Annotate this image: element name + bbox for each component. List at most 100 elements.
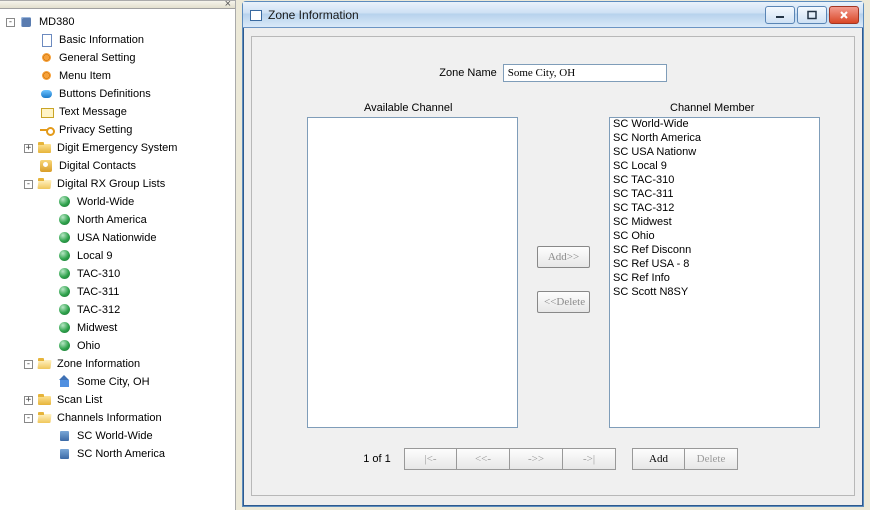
tree-item-1[interactable]: General Setting [4, 49, 235, 67]
tree-item-label: Digital RX Group Lists [57, 178, 165, 190]
titlebar[interactable]: Zone Information [243, 2, 863, 28]
list-item[interactable]: SC TAC-311 [610, 188, 819, 202]
tree-item-label: Basic Information [59, 34, 144, 46]
tree-item-7[interactable]: Digital Contacts [4, 157, 235, 175]
tree-item-5[interactable]: Privacy Setting [4, 121, 235, 139]
list-item[interactable]: SC TAC-312 [610, 202, 819, 216]
key-icon [39, 123, 55, 137]
expander-icon[interactable]: - [24, 414, 33, 423]
folder-icon [37, 141, 53, 155]
msg-icon [39, 105, 55, 119]
tree-item-8-6[interactable]: TAC-312 [4, 301, 235, 319]
tree-item-8-2[interactable]: USA Nationwide [4, 229, 235, 247]
tree-item-label: Channels Information [57, 412, 162, 424]
tree-item-0[interactable]: Basic Information [4, 31, 235, 49]
tree-item-8-1[interactable]: North America [4, 211, 235, 229]
gear-icon [39, 69, 55, 83]
expander-icon[interactable]: - [24, 180, 33, 189]
tree-item-10[interactable]: + Scan List [4, 391, 235, 409]
tree-panel: × - MD380 Basic Information General Setting… [0, 0, 236, 510]
list-item[interactable]: SC TAC-310 [610, 174, 819, 188]
pager-next-button[interactable]: ->> [510, 448, 563, 470]
house-icon [57, 375, 73, 389]
pager: 1 of 1 |<- <<- ->> ->| Add Delete [350, 448, 738, 470]
expander-icon[interactable]: - [6, 18, 15, 27]
list-item[interactable]: SC Ohio [610, 230, 819, 244]
list-item[interactable]: SC Midwest [610, 216, 819, 230]
folder-open-icon [37, 357, 53, 371]
expander-icon[interactable]: + [24, 396, 33, 405]
channel-member-header: Channel Member [670, 102, 754, 114]
globe-icon [57, 321, 73, 335]
list-item[interactable]: SC Local 9 [610, 160, 819, 174]
tree-item-8-8[interactable]: Ohio [4, 337, 235, 355]
zone-name-label: Zone Name [439, 67, 496, 79]
tree-item-root[interactable]: - MD380 [4, 13, 235, 31]
list-item[interactable]: SC USA Nationw [610, 146, 819, 160]
remove-from-member-button[interactable]: <<Delete [537, 291, 590, 313]
list-item[interactable]: SC World-Wide [610, 118, 819, 132]
page-icon [39, 33, 55, 47]
add-to-member-button[interactable]: Add>> [537, 246, 590, 268]
available-channel-header: Available Channel [364, 102, 452, 114]
tree-item-8[interactable]: - Digital RX Group Lists [4, 175, 235, 193]
tree-item-label: TAC-311 [77, 286, 119, 298]
gear-icon [39, 51, 55, 65]
globe-icon [57, 213, 73, 227]
radio-icon [57, 447, 73, 461]
tree-view[interactable]: - MD380 Basic Information General SettingMe… [0, 9, 235, 510]
tree-item-8-5[interactable]: TAC-311 [4, 283, 235, 301]
maximize-button[interactable] [797, 6, 827, 24]
tree-item-8-7[interactable]: Midwest [4, 319, 235, 337]
tree-item-label: Scan List [57, 394, 102, 406]
window-title: Zone Information [268, 8, 765, 22]
tree-item-label: USA Nationwide [77, 232, 157, 244]
globe-icon [57, 267, 73, 281]
tree-item-6[interactable]: +Digit Emergency System [4, 139, 235, 157]
available-channel-listbox[interactable] [307, 117, 518, 428]
globe-icon [57, 285, 73, 299]
expander-icon[interactable]: - [24, 360, 33, 369]
channel-member-listbox[interactable]: SC World-WideSC North AmericaSC USA Nati… [609, 117, 820, 428]
tree-item-label: Zone Information [57, 358, 140, 370]
tree-item-8-0[interactable]: World-Wide [4, 193, 235, 211]
tree-item-11-0[interactable]: SC World-Wide [4, 427, 235, 445]
tree-item-label: North America [77, 214, 147, 226]
tree-item-8-3[interactable]: Local 9 [4, 247, 235, 265]
globe-icon [57, 303, 73, 317]
minimize-button[interactable] [765, 6, 795, 24]
list-item[interactable]: SC Scott N8SY [610, 286, 819, 300]
folder-open-icon [37, 177, 53, 191]
tree-item-9-0[interactable]: Some City, OH [4, 373, 235, 391]
expander-icon[interactable]: + [24, 144, 33, 153]
tree-item-label: MD380 [39, 16, 74, 28]
tree-item-label: TAC-312 [77, 304, 120, 316]
list-item[interactable]: SC Ref USA - 8 [610, 258, 819, 272]
list-item[interactable]: SC Ref Info [610, 272, 819, 286]
globe-icon [57, 249, 73, 263]
tree-item-2[interactable]: Menu Item [4, 67, 235, 85]
tree-panel-close-icon[interactable]: × [225, 0, 231, 10]
pager-last-button[interactable]: ->| [563, 448, 616, 470]
list-item[interactable]: SC Ref Disconn [610, 244, 819, 258]
button-icon [39, 87, 55, 101]
globe-icon [57, 195, 73, 209]
tree-item-11[interactable]: - Channels Information [4, 409, 235, 427]
list-item[interactable]: SC North America [610, 132, 819, 146]
tree-item-3[interactable]: Buttons Definitions [4, 85, 235, 103]
tree-item-8-4[interactable]: TAC-310 [4, 265, 235, 283]
tree-item-4[interactable]: Text Message [4, 103, 235, 121]
pager-position-label: 1 of 1 [350, 453, 404, 465]
pager-add-button[interactable]: Add [632, 448, 685, 470]
tree-item-label: Text Message [59, 106, 127, 118]
tree-item-9[interactable]: - Zone Information [4, 355, 235, 373]
pager-delete-button[interactable]: Delete [685, 448, 738, 470]
tree-panel-header: × [0, 1, 235, 9]
close-button[interactable] [829, 6, 859, 24]
zone-name-input[interactable] [503, 64, 667, 82]
pager-prev-button[interactable]: <<- [457, 448, 510, 470]
tree-item-11-1[interactable]: SC North America [4, 445, 235, 463]
pager-first-button[interactable]: |<- [404, 448, 457, 470]
tree-item-label: SC World-Wide [77, 430, 153, 442]
tree-item-label: Midwest [77, 322, 117, 334]
